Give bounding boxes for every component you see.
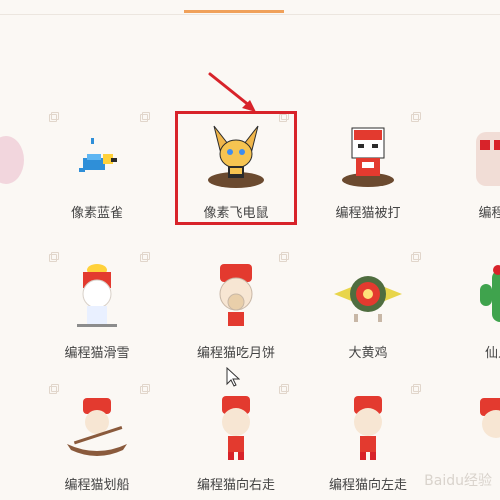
- sprite-label: 编程猫滑雪: [64, 346, 130, 361]
- sprite-card-cactus-partial[interactable]: 仙人: [436, 250, 500, 368]
- sprite-card-big-yellow-chicken[interactable]: 大黄鸡: [306, 250, 430, 368]
- coding-cat-rowing-image: [67, 398, 127, 456]
- copy-icon[interactable]: [140, 252, 150, 262]
- sprite-label: 编程猫向右走: [196, 478, 275, 493]
- sprite-card-cat-ski[interactable]: 编程猫滑雪: [35, 250, 159, 368]
- sprite-card-cat-mooncake[interactable]: 编程猫吃月饼: [174, 250, 298, 368]
- sprite-label: 编程猫向左走: [328, 478, 407, 493]
- cactus-partial-image: [480, 265, 500, 322]
- pixel-bluebird-image: [79, 138, 117, 172]
- copy-icon[interactable]: [140, 112, 150, 122]
- coding-cat-partial-image: [476, 132, 500, 186]
- sprite-card-cat-hit[interactable]: 编程猫被打: [306, 110, 430, 228]
- sprite-card-cat-partial[interactable]: 编程猫: [436, 110, 500, 228]
- mouse-cursor-icon: [226, 367, 240, 387]
- copy-icon[interactable]: [411, 112, 421, 122]
- sprite-card-cat-walk-right[interactable]: 编程猫向右走: [174, 382, 298, 500]
- big-yellow-chicken-image: [334, 276, 402, 322]
- sprite-label: 编程猫: [478, 206, 500, 221]
- watermark: Baidu经验: [424, 473, 492, 489]
- sprite-label: 仙人: [484, 346, 500, 361]
- coding-cat-walk-left-image: [354, 396, 382, 460]
- sprite-label: 编程猫吃月饼: [196, 346, 275, 361]
- copy-icon[interactable]: [411, 252, 421, 262]
- coding-cat-walk-right-image: [222, 396, 250, 460]
- coding-cat-hit-image: [342, 127, 394, 187]
- selection-highlight-box: [175, 111, 297, 225]
- sprite-card-cat-walk-left[interactable]: 编程猫向左走: [306, 382, 430, 500]
- coding-cat-partial-image: [480, 398, 500, 438]
- sprite-label: 大黄鸡: [348, 346, 388, 361]
- coding-cat-mooncake-image: [219, 264, 253, 326]
- sprite-label: 编程猫被打: [335, 206, 401, 221]
- sprite-card-cat-rowing[interactable]: 编程猫划船: [35, 382, 159, 500]
- copy-icon[interactable]: [279, 384, 289, 394]
- coding-cat-ski-image: [77, 264, 117, 327]
- sprite-label: 像素蓝雀: [70, 206, 123, 221]
- red-arrow-icon: [208, 72, 256, 112]
- sprite-label: 编程猫划船: [64, 478, 130, 493]
- copy-icon[interactable]: [279, 252, 289, 262]
- copy-icon[interactable]: [140, 384, 150, 394]
- sprite-card-pixel-bluebird[interactable]: 像素蓝雀: [35, 110, 159, 228]
- copy-icon[interactable]: [411, 384, 421, 394]
